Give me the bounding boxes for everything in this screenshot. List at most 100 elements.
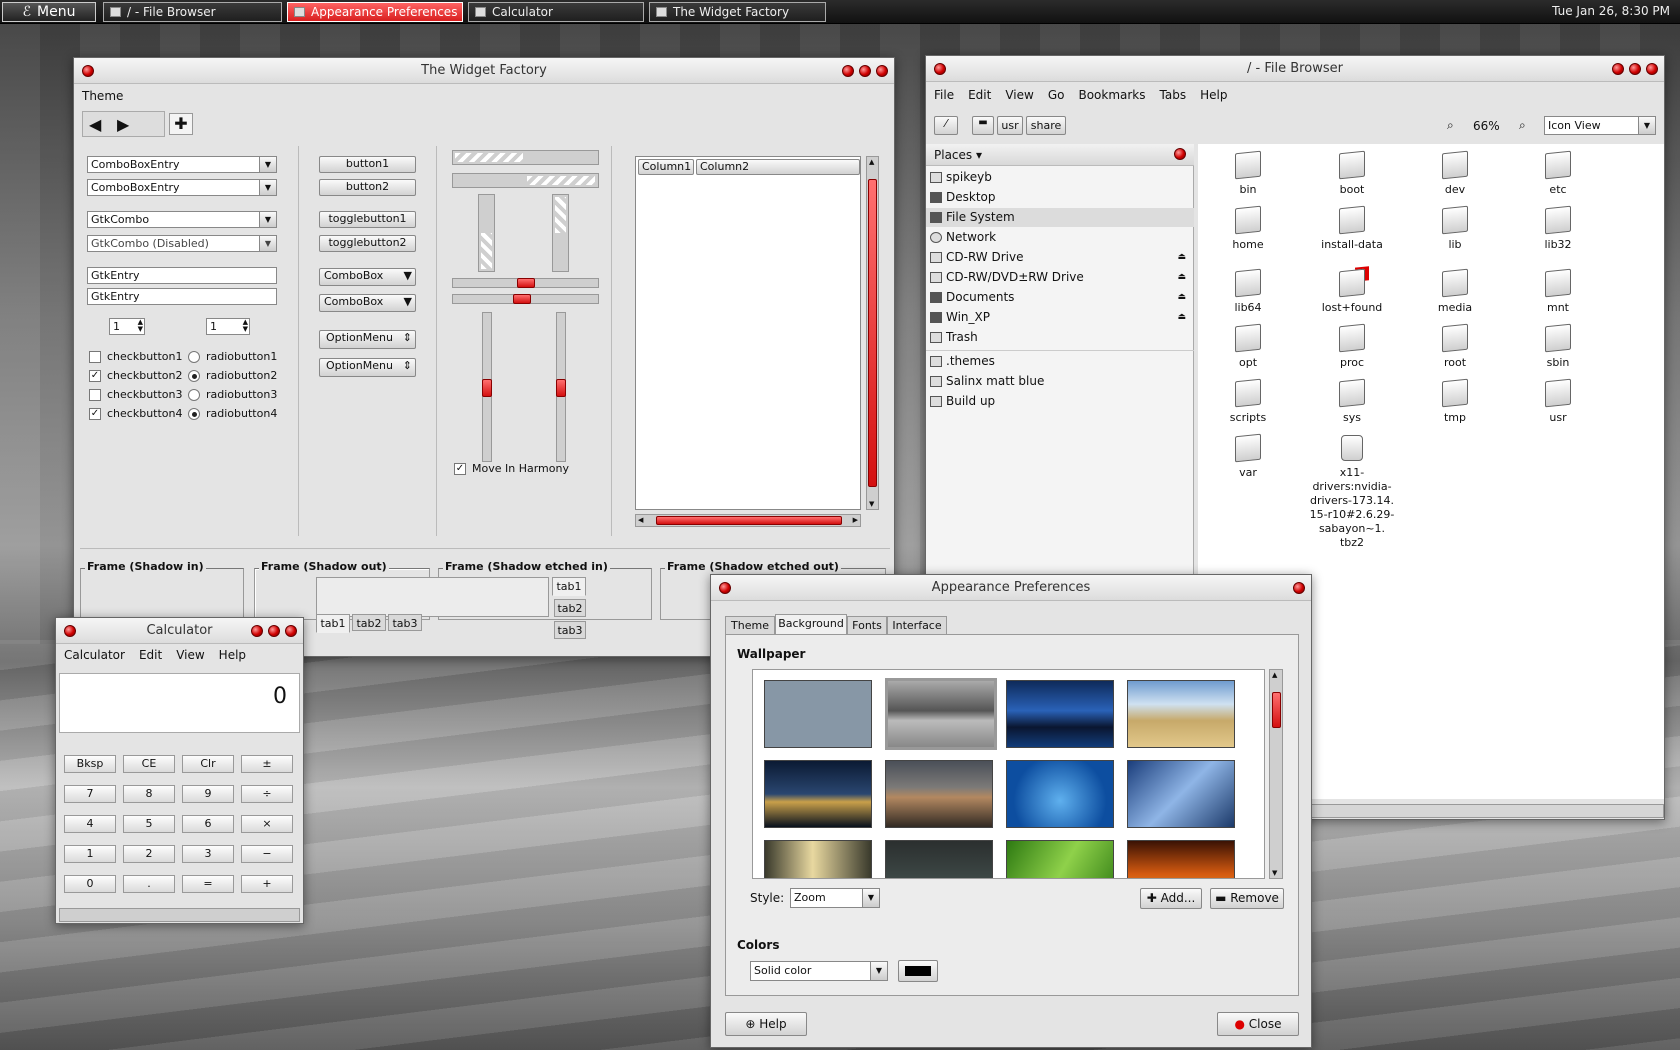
scrollbar-thumb[interactable] [1272, 692, 1281, 728]
notebook2-tab1[interactable]: tab1 [316, 614, 350, 633]
key-multiply-button[interactable]: × [241, 815, 293, 833]
task-calculator[interactable]: Calculator [468, 2, 644, 22]
radiobutton1[interactable] [188, 351, 200, 363]
horizontal-scrollbar[interactable]: ◀ ▶ [635, 514, 861, 527]
option-menu-1[interactable]: OptionMenu ⇕ [319, 330, 416, 349]
radiobutton3[interactable] [188, 389, 200, 401]
path-button-usr[interactable]: usr [997, 116, 1023, 135]
drive-icon[interactable]: ▬ [972, 116, 994, 135]
back-arrow-icon[interactable]: ◀ [89, 115, 101, 134]
minimize-button[interactable] [1612, 63, 1624, 75]
scale-slider[interactable] [517, 278, 535, 288]
titlebar[interactable]: The Widget Factory [74, 58, 894, 84]
horizontal-scale-2[interactable] [452, 294, 599, 304]
folder-etc[interactable]: etc [1508, 150, 1608, 196]
add-wallpaper-button[interactable]: ✚ Add... [1140, 888, 1202, 909]
tab-background[interactable]: Background [775, 614, 847, 635]
eject-icon[interactable]: ⏏ [1177, 288, 1186, 307]
titlebar[interactable]: Appearance Preferences [711, 575, 1311, 601]
folder-home[interactable]: home [1198, 205, 1298, 251]
notebook3-tab3[interactable]: tab3 [554, 621, 586, 639]
wallpaper-thumb-11[interactable] [1006, 840, 1114, 878]
path-button-share[interactable]: share [1026, 116, 1066, 135]
close-dialog-button[interactable]: ● Close [1217, 1012, 1299, 1036]
checkbutton4-box[interactable]: ✓ [89, 408, 101, 420]
notebook3-tab1[interactable]: tab1 [552, 577, 586, 596]
folder-usr[interactable]: usr [1508, 378, 1608, 424]
key-eight-button[interactable]: 8 [123, 785, 175, 803]
folder-lost-found[interactable]: lost+found [1302, 268, 1402, 314]
option-menu-2[interactable]: OptionMenu ⇕ [319, 358, 416, 377]
checkbutton2-box[interactable]: ✓ [89, 370, 101, 382]
scrollbar-thumb[interactable] [868, 179, 877, 487]
radiobutton2[interactable] [188, 370, 200, 382]
folder-proc[interactable]: proc [1302, 323, 1402, 369]
task-file-browser[interactable]: / - File Browser [103, 2, 282, 22]
close-sidebar-icon[interactable] [1174, 148, 1186, 160]
folder-tmp[interactable]: tmp [1405, 378, 1505, 424]
maximize-button[interactable] [859, 65, 871, 77]
close-button[interactable] [876, 65, 888, 77]
tab-theme[interactable]: Theme [725, 616, 775, 635]
wallpaper-thumb-4[interactable] [1127, 680, 1235, 748]
notebook3-tab2[interactable]: tab2 [554, 599, 586, 617]
menu-help[interactable]: Help [1200, 88, 1227, 102]
spin-button-2[interactable]: 1 ▲ ▼ [206, 318, 250, 335]
titlebar[interactable]: Calculator [56, 618, 303, 644]
folder-lib[interactable]: lib [1405, 205, 1505, 251]
folder-sys[interactable]: sys [1302, 378, 1402, 424]
wallpaper-thumb-3[interactable] [1006, 680, 1114, 748]
vertical-scale-2[interactable] [556, 312, 566, 462]
folder-scripts[interactable]: scripts [1198, 378, 1298, 424]
radiobutton4[interactable] [188, 408, 200, 420]
key-decimal-button[interactable]: . [123, 875, 175, 893]
folder-lib32[interactable]: lib32 [1508, 205, 1608, 251]
menu-edit[interactable]: Edit [139, 648, 162, 662]
window-menu-icon[interactable] [719, 582, 731, 594]
place-documents[interactable]: Documents ⏏ [926, 288, 1194, 307]
wallpaper-scrollbar[interactable]: ▲ ▼ [1269, 669, 1283, 879]
combobox-1[interactable]: ComboBox ▼ [319, 268, 416, 286]
wallpaper-thumb-7[interactable] [1006, 760, 1114, 828]
place-win-xp[interactable]: Win_XP ⏏ [926, 308, 1194, 327]
key-six-button[interactable]: 6 [182, 815, 234, 833]
combobox-2[interactable]: ComboBox ▼ [319, 294, 416, 312]
add-icon[interactable]: ✚ [169, 113, 193, 135]
menu-tabs[interactable]: Tabs [1160, 88, 1187, 102]
maximize-button[interactable] [268, 625, 280, 637]
folder-boot[interactable]: boot [1302, 150, 1402, 196]
folder-lib64[interactable]: lib64 [1198, 268, 1298, 314]
folder-opt[interactable]: opt [1198, 323, 1298, 369]
folder-bin[interactable]: bin [1198, 150, 1298, 196]
toggle-path-icon[interactable]: ⁄ [934, 116, 958, 135]
window-menu-icon[interactable] [82, 65, 94, 77]
button2[interactable]: button2 [319, 179, 416, 196]
vertical-scrollbar[interactable]: ▲ ▼ [866, 156, 879, 510]
menu-view[interactable]: View [176, 648, 204, 662]
scrollbar-thumb[interactable] [656, 516, 842, 525]
column2-header[interactable]: Column2 [696, 159, 860, 175]
scale-slider[interactable] [482, 379, 492, 397]
window-menu-icon[interactable] [934, 63, 946, 75]
combobox-entry-1[interactable]: ComboBoxEntry ▼ [87, 156, 277, 173]
gtk-entry-1[interactable]: GtkEntry [87, 267, 277, 284]
place-spikeyb[interactable]: spikeyb [926, 168, 1194, 187]
togglebutton2[interactable]: togglebutton2 [319, 235, 416, 252]
folder-dev[interactable]: dev [1405, 150, 1505, 196]
vertical-scale-1[interactable] [482, 312, 492, 462]
folder-mnt[interactable]: mnt [1508, 268, 1608, 314]
place-network[interactable]: Network [926, 228, 1194, 247]
wallpaper-thumb-6[interactable] [885, 760, 993, 828]
combobox-entry-2[interactable]: ComboBoxEntry ▼ [87, 179, 277, 196]
folder-var[interactable]: var [1198, 433, 1298, 479]
forward-arrow-icon[interactable]: ▶ [117, 115, 129, 134]
folder-install-data[interactable]: install-data [1302, 205, 1402, 251]
wallpaper-grid[interactable] [752, 669, 1265, 879]
key-clear-all-button[interactable]: Clr [182, 755, 234, 773]
togglebutton1[interactable]: togglebutton1 [319, 211, 416, 228]
bookmark-build-up[interactable]: Build up [926, 392, 1194, 411]
help-button[interactable]: ⊕ Help [725, 1012, 807, 1036]
key-seven-button[interactable]: 7 [64, 785, 116, 803]
key-divide-button[interactable]: ÷ [241, 785, 293, 803]
eject-icon[interactable]: ⏏ [1177, 248, 1186, 267]
